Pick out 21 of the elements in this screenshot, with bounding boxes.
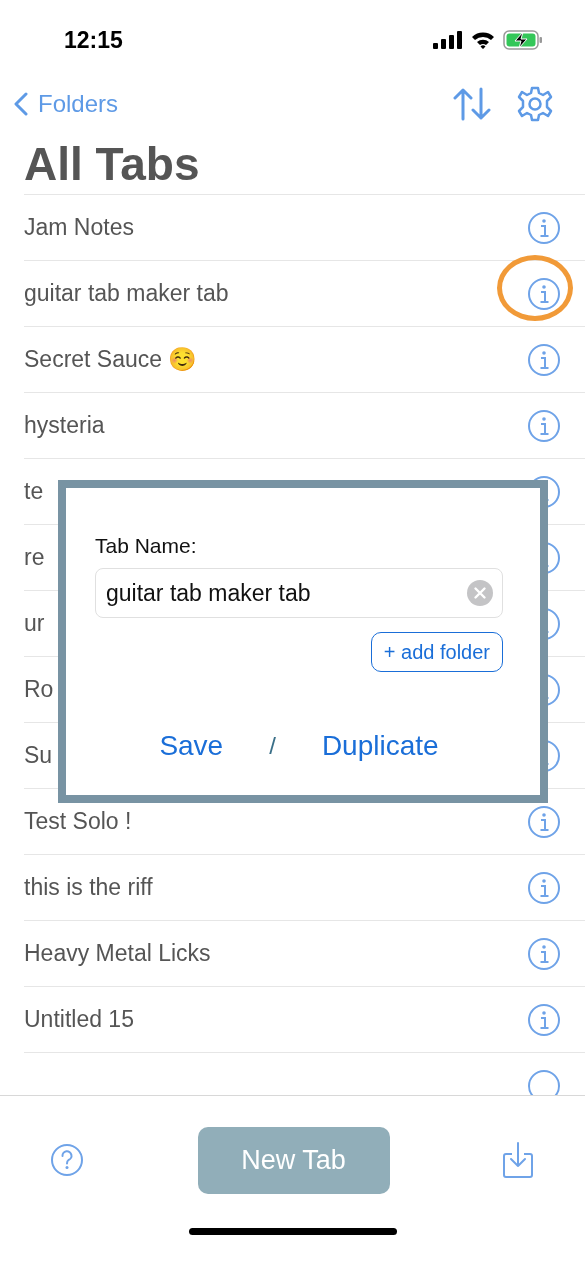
tab-name[interactable]: re [24,544,45,571]
tab-name[interactable]: ur [24,610,45,637]
tab-name[interactable]: Su [24,742,53,769]
field-label: Tab Name: [95,534,198,558]
tab-name[interactable]: hysteria [24,412,105,439]
tab-name[interactable]: te [24,478,44,505]
tab-name[interactable]: Untitled 15 [24,1006,134,1033]
tab-name-field[interactable]: guitar tab maker tab [95,568,503,618]
tab-name[interactable]: Ro [24,676,54,703]
add-folder-button[interactable]: + add folder [370,632,503,672]
tab-name[interactable]: guitar tab maker tab [24,280,229,307]
status-time: 12:15 [64,26,123,54]
tab-name[interactable]: Secret Sauce ☺ [24,346,198,373]
tab-name[interactable]: Jam Notes [24,214,134,241]
page-title: All Tabs [24,137,201,192]
separator-slash: / [269,732,276,760]
duplicate-button[interactable]: Duplicate [321,730,439,762]
save-button[interactable]: Save [159,730,224,762]
tab-name[interactable]: Heavy Metal Licks [24,940,211,967]
tab-name[interactable]: Test Solo ! [24,808,132,835]
tab-name[interactable]: this is the riff [24,874,153,901]
